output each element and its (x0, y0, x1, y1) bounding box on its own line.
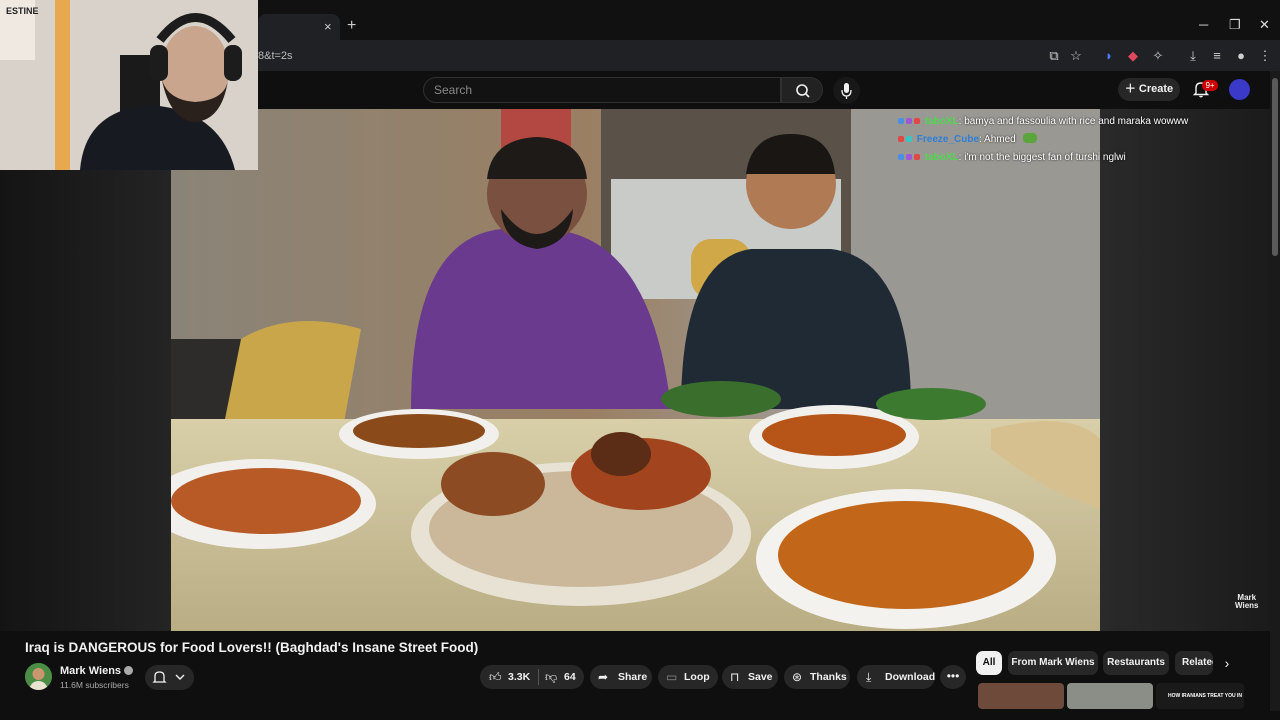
recommended-thumbnail[interactable] (1067, 683, 1153, 709)
address-bar[interactable]: 8&t=2s (258, 46, 1068, 66)
thumbs-down-icon: 👎︎ (545, 670, 558, 684)
close-window-icon[interactable]: ✕ (1259, 17, 1270, 33)
channel-avatar-image (25, 663, 52, 690)
channel-name-text: Mark Wiens (60, 665, 122, 677)
tab-close-icon[interactable]: × (324, 19, 332, 34)
dislike-button[interactable]: 👎︎ 64 (539, 665, 584, 689)
minimize-icon[interactable]: ─ (1199, 17, 1208, 32)
video-frame-image (171, 109, 1100, 631)
background-left (0, 170, 171, 631)
video-title: Iraq is DANGEROUS for Food Lovers!! (Bag… (25, 640, 479, 655)
bell-dropdown-icon (152, 671, 185, 683)
background-right (1100, 109, 1270, 631)
channel-name[interactable]: Mark Wiens (60, 665, 134, 677)
verified-icon (124, 666, 134, 675)
recommended-thumbnail[interactable]: HOW IRANIANS TREAT YOU IN (1156, 683, 1244, 709)
watermark-line-2: Wiens (1235, 601, 1259, 610)
subscription-bell-button[interactable] (145, 665, 194, 690)
badge-icon (898, 154, 904, 160)
save-label: Save (748, 671, 773, 683)
account-avatar[interactable] (1229, 79, 1250, 100)
thanks-label: Thanks (810, 671, 847, 683)
badge-icon (906, 154, 912, 160)
badge-icon (898, 118, 904, 124)
scrollbar-thumb[interactable] (1272, 78, 1278, 256)
channel-watermark[interactable]: Mark Wiens (1235, 594, 1259, 610)
media-controls-icon[interactable]: ≡ (1209, 48, 1225, 64)
webcam-overlay: ESTINE (0, 0, 258, 170)
search-button[interactable] (781, 77, 823, 103)
emote-icon (1022, 133, 1037, 143)
chat-text: bamya and fassoulia with rice and maraka… (964, 116, 1189, 127)
thumbnail-caption: HOW IRANIANS TREAT YOU IN (1168, 693, 1242, 699)
channel-avatar[interactable] (25, 663, 52, 690)
new-tab-icon[interactable]: + (347, 17, 356, 35)
save-button[interactable]: ⊓ Save (722, 665, 778, 689)
like-button[interactable]: 👍︎ 3.3K (480, 665, 538, 689)
chevron-right-icon[interactable]: › (1217, 653, 1237, 673)
create-label: Create (1138, 83, 1174, 95)
chat-text: Ahmed (984, 134, 1016, 145)
chip-restaurants[interactable]: Restaurants (1103, 651, 1169, 675)
badge-icon (906, 118, 912, 124)
download-label: Download (885, 671, 936, 683)
recommended-thumbnail[interactable] (978, 683, 1064, 709)
download-icon: ⤓ (866, 670, 872, 684)
notification-badge: 9+ (1202, 80, 1218, 91)
thanks-button[interactable]: ⊛ Thanks (784, 665, 850, 689)
more-actions-button[interactable]: ••• (940, 665, 966, 689)
badge-icon (898, 136, 904, 142)
search-input[interactable]: Search (423, 77, 781, 103)
search-icon (796, 84, 810, 98)
bookmark-star-icon[interactable]: ☆ (1068, 48, 1084, 64)
create-button[interactable]: ＋ Create (1118, 78, 1180, 101)
bookmark-icon: ⊓ (730, 670, 740, 684)
voice-search-button[interactable] (833, 77, 860, 104)
chat-username: taboXL (924, 152, 959, 163)
badge-icon (914, 118, 920, 124)
chip-related[interactable]: Related (1175, 651, 1213, 675)
microphone-icon (841, 83, 852, 99)
extension-translate-icon[interactable]: ◗ (1101, 48, 1117, 64)
video-player[interactable] (171, 109, 1100, 631)
profile-avatar-icon[interactable]: ● (1233, 48, 1249, 64)
install-app-icon[interactable]: ⧉ (1046, 48, 1062, 64)
restore-icon[interactable]: ❐ (1229, 17, 1241, 33)
share-button[interactable]: ➦ Share (590, 665, 652, 689)
chip-from-channel[interactable]: From Mark Wiens (1008, 651, 1098, 675)
thumbs-up-icon: 👍︎ (489, 670, 502, 684)
dislike-count: 64 (564, 671, 576, 683)
downloads-icon[interactable]: ⤓ (1185, 48, 1201, 64)
extensions-puzzle-icon[interactable]: ✧ (1150, 48, 1166, 64)
chat-message: taboXL: i'm not the biggest fan of tursh… (898, 149, 1238, 167)
share-label: Share (618, 671, 648, 683)
chat-username: Freeze_Cube (916, 134, 980, 145)
chip-all[interactable]: All (976, 651, 1002, 675)
plus-icon: ＋ (1124, 83, 1139, 95)
chat-message: Freeze_Cube: Ahmed (898, 131, 1238, 149)
loop-button[interactable]: ▭ Loop (658, 665, 718, 689)
extension-shield-icon[interactable]: ◆ (1125, 48, 1141, 64)
chat-username: taboXL (924, 116, 959, 127)
chat-message: taboXL: bamya and fassoulia with rice an… (898, 113, 1238, 131)
streamer-webcam-image: ESTINE (0, 0, 258, 170)
svg-text:ESTINE: ESTINE (6, 6, 39, 16)
badge-icon (914, 154, 920, 160)
subscriber-count: 11.6M subscribers (60, 680, 129, 690)
download-button[interactable]: ⤓ Download (857, 665, 935, 689)
share-arrow-icon: ➦ (598, 670, 609, 684)
browser-menu-icon[interactable]: ⋮ (1257, 48, 1273, 64)
thanks-dollar-icon: ⊛ (792, 670, 803, 684)
loop-icon: ▭ (666, 670, 678, 684)
loop-label: Loop (684, 671, 710, 683)
chat-overlay: taboXL: bamya and fassoulia with rice an… (898, 113, 1238, 167)
badge-icon (906, 136, 912, 142)
chat-text: i'm not the biggest fan of turshi nglwi (964, 152, 1126, 163)
like-count: 3.3K (508, 671, 531, 683)
more-dots-icon: ••• (946, 669, 960, 683)
